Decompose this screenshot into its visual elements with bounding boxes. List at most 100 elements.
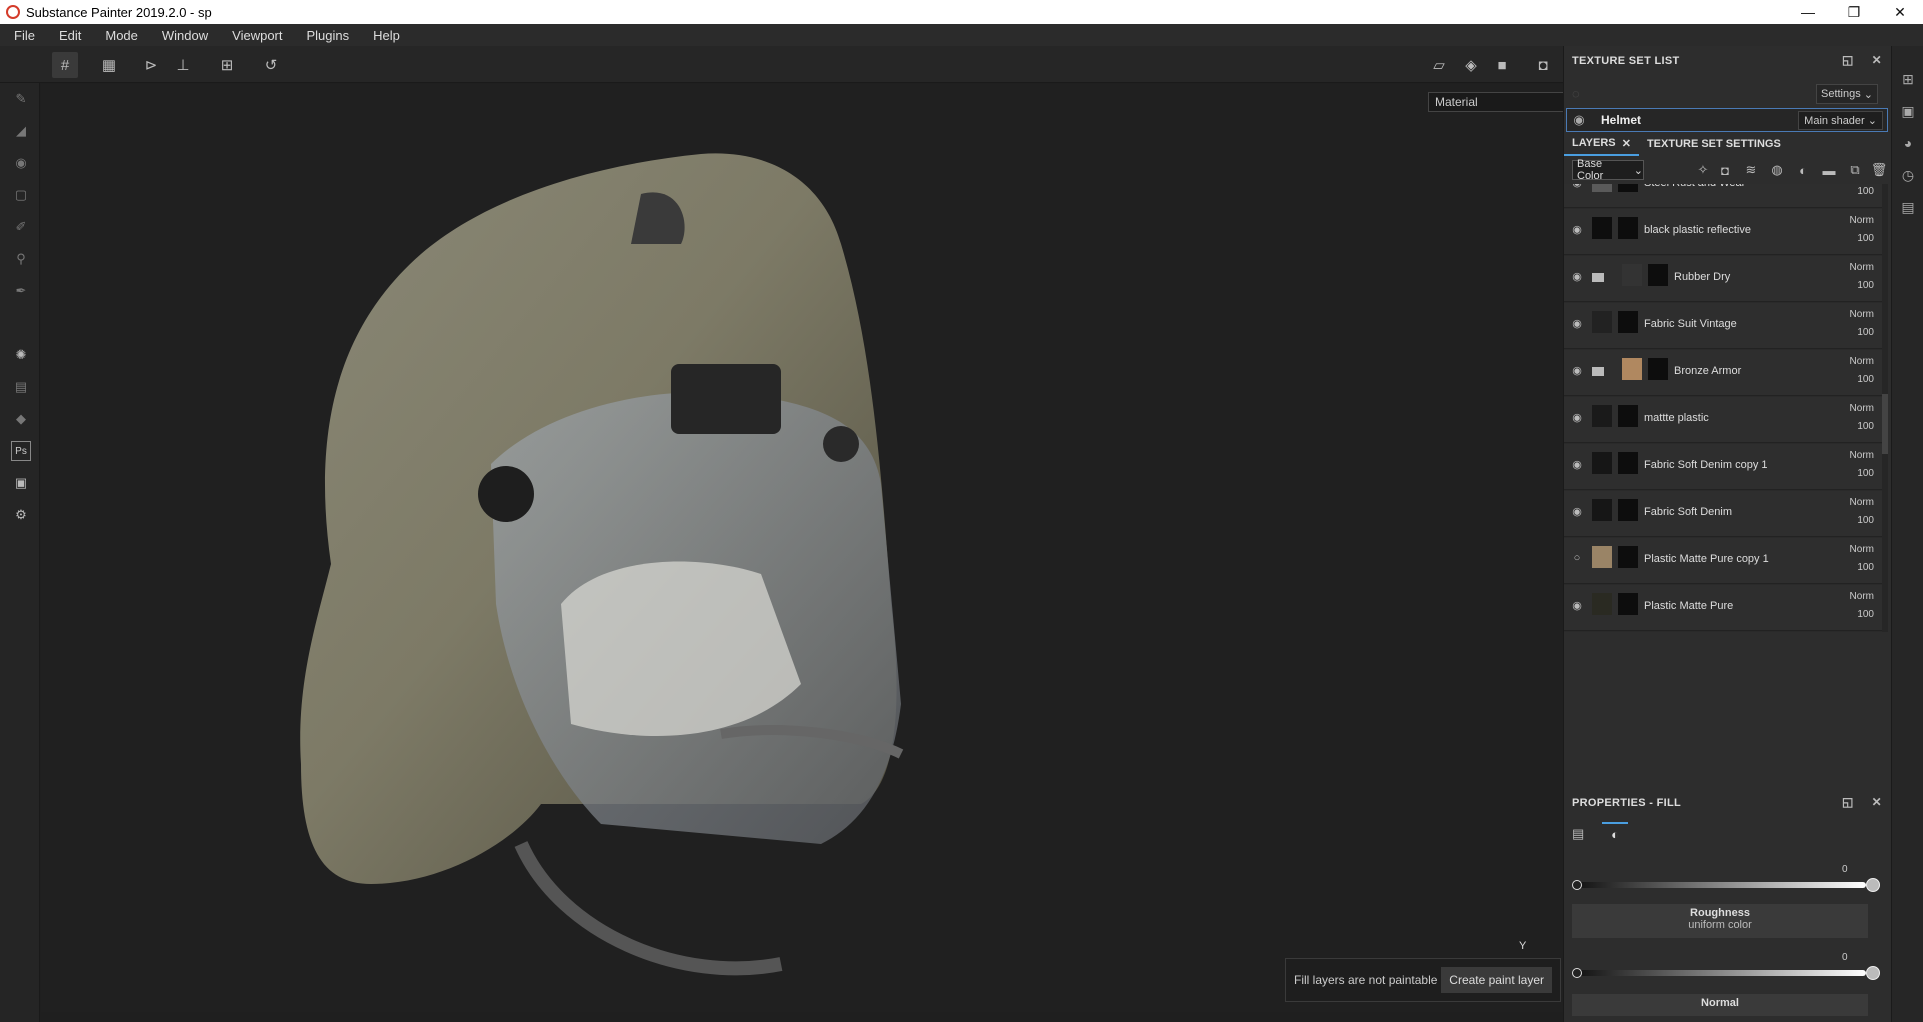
mask-thumbnail[interactable] [1618,405,1638,427]
eye-icon[interactable]: ◉ [1570,411,1584,425]
opacity-dropdown[interactable]: 100 [1857,186,1874,197]
polygon-fill-icon[interactable]: ▢ [11,185,31,205]
blend-mode-dropdown[interactable]: Norm [1850,591,1874,602]
roughness-channel[interactable]: Roughness uniform color [1572,904,1868,938]
object-icon[interactable]: ▱ [1426,52,1452,78]
metallic-map-icon[interactable] [1866,878,1880,892]
close-icon[interactable]: ✕ [1872,795,1882,809]
undock-icon[interactable]: ◱ [1842,795,1854,809]
mask-thumbnail[interactable] [1648,358,1668,380]
add-effect-icon[interactable]: ◐ [1794,161,1812,179]
paint-brush-icon[interactable]: ✎ [11,89,31,109]
export-icon[interactable]: ▤ [11,377,31,397]
add-layer-icon[interactable]: ≋ [1742,161,1760,179]
blend-mode-dropdown[interactable]: Norm [1850,309,1874,320]
mirror-x-icon[interactable]: ⊳ [138,52,164,78]
blend-mode-dropdown[interactable]: Norm [1850,497,1874,508]
tab-layers[interactable]: LAYERS ✕ [1564,132,1639,156]
tab-texture-set-settings[interactable]: TEXTURE SET SETTINGS [1639,132,1789,156]
metallic-slider[interactable] [1576,882,1866,888]
eye-icon[interactable]: ◉ [1567,112,1591,128]
create-paint-layer-button[interactable]: Create paint layer [1441,967,1552,993]
layers-icon[interactable]: ◆ [11,409,31,429]
layer-thumbnail[interactable] [1592,593,1612,615]
roughness-knob[interactable] [1572,968,1582,978]
layer-thumbnail[interactable] [1592,499,1612,521]
layer-thumbnail[interactable] [1592,217,1612,239]
blend-mode-dropdown[interactable]: Norm [1850,215,1874,226]
opacity-dropdown[interactable]: 100 [1857,280,1874,291]
eye-icon[interactable]: ◉ [1570,184,1584,190]
opacity-dropdown[interactable]: 100 [1857,421,1874,432]
display-settings-icon[interactable]: ▣ [1899,102,1917,120]
mask-thumbnail[interactable] [1618,311,1638,333]
blend-mode-dropdown[interactable]: Norm [1850,544,1874,555]
magic-wand-icon[interactable]: ✧ [1694,161,1712,179]
roughness-slider[interactable] [1576,970,1866,976]
clone-icon[interactable]: ⚲ [11,249,31,269]
eye-icon[interactable]: ◉ [1570,364,1584,378]
visibility-icon[interactable]: ◌ [1572,86,1580,101]
photoshop-icon[interactable]: Ps [11,441,31,461]
opacity-dropdown[interactable]: 100 [1857,374,1874,385]
menu-file[interactable]: File [0,28,45,43]
mask-thumbnail[interactable] [1618,593,1638,615]
layer-thumbnail[interactable] [1592,546,1612,568]
opacity-dropdown[interactable]: 100 [1857,515,1874,526]
opacity-dropdown[interactable]: 100 [1857,609,1874,620]
layer-row[interactable]: ◉ Fabric Suit Vintage Norm 100 [1564,303,1882,349]
eraser-icon[interactable]: ◢ [11,121,31,141]
mask-thumbnail[interactable] [1618,184,1638,192]
eye-hidden-icon[interactable]: ○ [1570,552,1584,566]
close-tab-icon[interactable]: ✕ [1622,137,1631,150]
blend-mode-dropdown[interactable]: Norm [1850,356,1874,367]
roughness-map-icon[interactable] [1866,966,1880,980]
layer-row[interactable]: ◉ black plastic reflective Norm 100 [1564,209,1882,255]
shelf-icon[interactable]: ▣ [11,473,31,493]
eye-icon[interactable]: ◉ [1570,317,1584,331]
mask-thumbnail[interactable] [1618,546,1638,568]
layer-row[interactable]: ◉ Fabric Soft Denim Norm 100 [1564,491,1882,537]
layer-thumbnail[interactable] [1592,311,1612,333]
layer-row[interactable]: ◉ Plastic Matte Pure Norm 100 [1564,585,1882,631]
settings-dropdown[interactable]: Settings ⌄ [1816,84,1878,104]
menu-viewport[interactable]: Viewport [218,28,292,43]
add-folder-icon[interactable]: ▬ [1820,161,1838,179]
projection-icon[interactable]: ◉ [11,153,31,173]
menu-plugins[interactable]: Plugins [292,28,359,43]
layer-row[interactable]: ◉ Rubber Dry Norm 100 [1564,256,1882,302]
layers-scrollbar[interactable] [1882,184,1888,632]
layer-thumbnail[interactable] [1592,184,1612,192]
blend-mode-dropdown[interactable]: Norm [1850,262,1874,273]
opacity-dropdown[interactable]: 100 [1857,468,1874,479]
blend-mode-dropdown[interactable]: Norm [1850,403,1874,414]
layer-row[interactable]: ◉ Bronze Armor Norm 100 [1564,350,1882,396]
menu-window[interactable]: Window [148,28,218,43]
3d-viewport[interactable]: Material ⌄ Y Fill layers are not paintab… [41,84,1563,1012]
layer-thumbnail[interactable] [1592,405,1612,427]
opacity-dropdown[interactable]: 100 [1857,233,1874,244]
blend-mode-dropdown[interactable]: Norm [1850,450,1874,461]
grid-2-icon[interactable]: ▦ [96,52,122,78]
close-icon[interactable]: ✕ [1872,53,1882,67]
eye-icon[interactable]: ◉ [1570,458,1584,472]
mask-thumbnail[interactable] [1648,264,1668,286]
grid-1-icon[interactable]: # [52,52,78,78]
material-tab-icon[interactable]: ◐ [1602,822,1628,848]
delete-icon[interactable]: 🗑 [1870,161,1888,179]
menu-mode[interactable]: Mode [91,28,148,43]
eye-icon[interactable]: ◉ [1570,223,1584,237]
log-icon[interactable]: ▤ [1899,198,1917,216]
opacity-dropdown[interactable]: 100 [1857,327,1874,338]
settings-icon[interactable]: ⚙ [11,505,31,525]
screenshot-icon[interactable]: ◘ [1530,52,1556,78]
history-panel-icon[interactable]: ◷ [1899,166,1917,184]
mask-thumbnail[interactable] [1618,217,1638,239]
undock-icon[interactable]: ◱ [1842,53,1854,67]
picker-icon[interactable]: ✒ [11,281,31,301]
fill-tab-icon[interactable]: ▤ [1572,826,1590,844]
eye-icon[interactable]: ◉ [1570,270,1584,284]
mirror-y-icon[interactable]: ⊥ [170,52,196,78]
history-icon[interactable]: ↺ [258,52,284,78]
metallic-knob[interactable] [1572,880,1582,890]
